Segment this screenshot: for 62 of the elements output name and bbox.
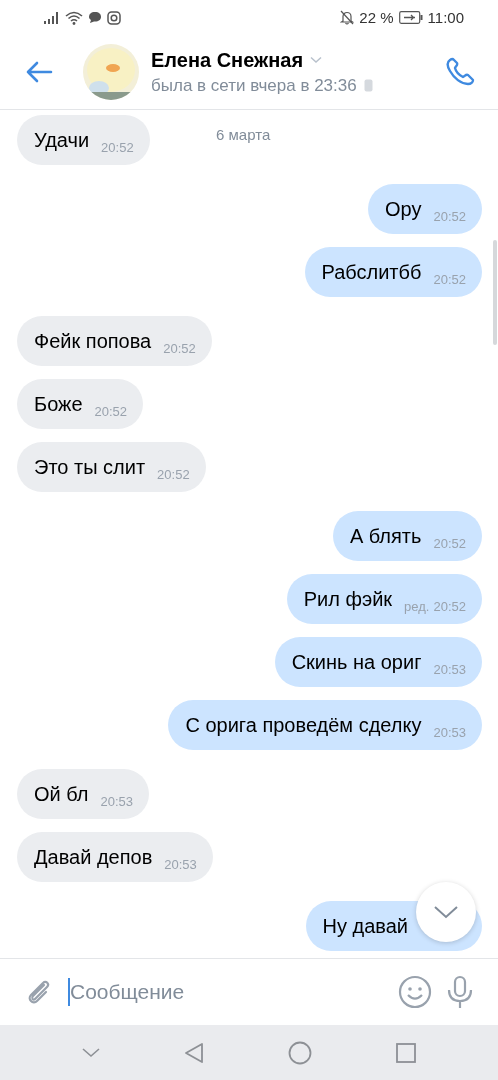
message-text: Давай депов [34, 845, 153, 869]
bell-off-icon [340, 10, 355, 25]
message-text: Это ты слит [34, 455, 146, 479]
hide-keyboard-icon[interactable] [82, 1047, 100, 1058]
message-bubble[interactable]: Скинь на ориг 20:53 [274, 637, 482, 687]
message-bubble[interactable]: Боже 20:52 [17, 379, 144, 429]
phone-device-icon [363, 79, 373, 92]
date-label: 6 марта [216, 126, 271, 143]
chat-icon [88, 11, 102, 24]
chevron-down-icon[interactable] [310, 56, 323, 64]
message-text: Ору [385, 197, 422, 221]
message-time: 20:53 [164, 856, 197, 872]
message-bubble[interactable]: Удачи 20:52 [17, 115, 150, 165]
message-text: Ой бл [34, 782, 89, 806]
message-bubble[interactable]: Ой бл 20:53 [17, 769, 150, 819]
message-bubble[interactable]: С орига проведём сделку 20:53 [168, 700, 482, 750]
home-icon[interactable] [288, 1040, 312, 1065]
message-text: Фейк попова [34, 329, 152, 353]
clock: 11:00 [427, 9, 464, 26]
message-bubble[interactable]: Рабслитбб 20:52 [304, 247, 482, 297]
message-text: Скинь на ориг [291, 650, 422, 674]
message-time: 20:52 [433, 598, 466, 614]
message-text: Рабслитбб [321, 260, 422, 284]
battery-percent: 22 % [359, 9, 394, 26]
message-bubble[interactable]: Это ты слит 20:52 [17, 442, 206, 492]
message-time: 20:52 [433, 535, 466, 551]
message-bubble[interactable]: Ору 20:52 [368, 184, 482, 234]
scroll-down-button[interactable] [416, 882, 476, 942]
message-time: 20:53 [100, 793, 134, 809]
message-time: 20:52 [157, 466, 190, 482]
wifi-icon [65, 10, 83, 25]
message-text: Ну давай [322, 914, 408, 938]
message-bubble[interactable]: Рил фэйк ред. 20:52 [286, 574, 482, 624]
message-bubble[interactable]: А блять 20:52 [332, 511, 482, 561]
message-time: 20:52 [94, 403, 128, 419]
message-text: Удачи [34, 128, 90, 152]
camera-icon [107, 10, 121, 25]
message-bubble[interactable]: Фейк попова 20:52 [17, 316, 212, 366]
message-time: 20:53 [433, 661, 466, 677]
phone-icon[interactable] [444, 56, 476, 88]
edited-label: ред. [404, 598, 430, 614]
back-icon[interactable] [184, 1041, 204, 1064]
recents-icon[interactable] [396, 1042, 416, 1063]
back-arrow-icon[interactable] [25, 61, 53, 83]
message-time: 20:53 [433, 724, 466, 740]
message-text: С орига проведём сделку [185, 713, 422, 737]
message-time: 20:52 [101, 139, 134, 155]
contact-name[interactable]: Елена Снежная [151, 48, 304, 72]
message-text: А блять [349, 524, 422, 548]
microphone-icon[interactable] [446, 975, 474, 1009]
battery-icon [398, 11, 423, 24]
signal-icon [44, 11, 60, 24]
message-input-field[interactable]: Сообщение [70, 980, 384, 1004]
message-bubble[interactable]: Давай депов 20:53 [17, 832, 213, 882]
last-seen-status: была в сети вчера в 23:36 [151, 75, 357, 96]
message-time: 20:52 [433, 271, 466, 287]
emoji-icon[interactable] [398, 975, 432, 1009]
message-time: 20:52 [163, 340, 196, 356]
chevron-down-icon [433, 905, 459, 919]
message-text: Рил фэйк [303, 587, 393, 611]
message-text: Боже [34, 392, 83, 416]
message-time: 20:52 [433, 208, 466, 224]
